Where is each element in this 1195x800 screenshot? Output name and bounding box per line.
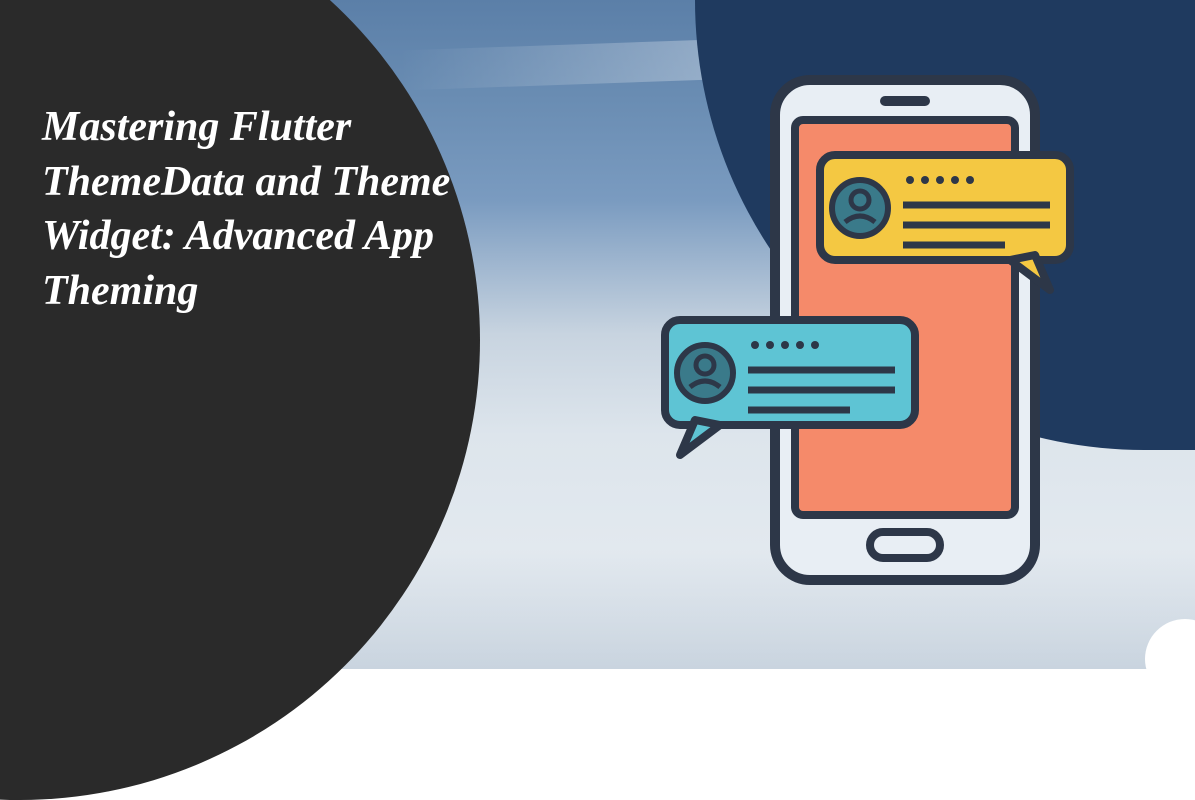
phone-chat-illustration (655, 60, 1075, 620)
article-title: Mastering Flutter ThemeData and Theme Wi… (42, 100, 502, 318)
title-container: Mastering Flutter ThemeData and Theme Wi… (42, 100, 502, 318)
